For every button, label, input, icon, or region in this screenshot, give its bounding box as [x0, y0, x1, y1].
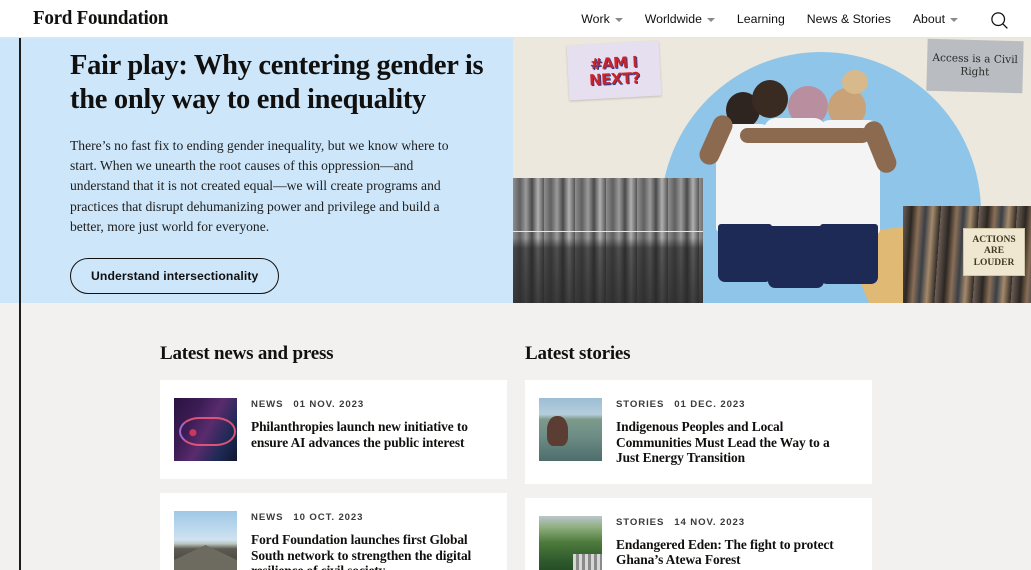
news-card-body: NEWS 10 OCT. 2023 Ford Foundation launch…	[251, 511, 491, 570]
category-label: NEWS	[251, 512, 284, 523]
chevron-down-icon	[950, 17, 958, 22]
collage-bw-crowd-photo	[513, 178, 703, 303]
news-thumbnail-image	[174, 398, 237, 461]
site-logo[interactable]: Ford Foundation	[33, 7, 168, 30]
story-card-body: STORIES 14 NOV. 2023 Endangered Eden: Th…	[616, 516, 856, 570]
player-head	[752, 80, 788, 118]
story-card-meta: STORIES 01 DEC. 2023	[616, 399, 856, 410]
nav-item-learning[interactable]: Learning	[726, 0, 796, 38]
nav-item-label: Worldwide	[644, 12, 702, 26]
date-label: 10 OCT. 2023	[293, 512, 364, 523]
latest-stories-heading: Latest stories	[525, 343, 631, 364]
nav-item-label: News & Stories	[806, 12, 891, 26]
story-card-title: Indigenous Peoples and Local Communities…	[616, 419, 830, 466]
sign-line-3: LOUDER	[973, 257, 1015, 268]
news-card[interactable]: NEWS 01 NOV. 2023 Philanthropies launch …	[160, 380, 507, 479]
date-label: 14 NOV. 2023	[674, 516, 745, 528]
search-button[interactable]	[987, 8, 1011, 32]
news-thumbnail-image	[174, 511, 237, 570]
sign-line-2: NEXT?	[588, 68, 641, 89]
player-shorts	[718, 224, 772, 282]
story-card-body: STORIES 01 DEC. 2023 Indigenous Peoples …	[616, 398, 856, 466]
nav-item-worldwide[interactable]: Worldwide	[634, 0, 726, 38]
page-root: Ford Foundation Work Worldwide Learning …	[0, 0, 1031, 570]
nav-item-label: Learning	[736, 12, 785, 26]
story-card-title: Endangered Eden: The fight to protect Gh…	[616, 536, 834, 568]
chevron-down-icon	[614, 17, 623, 22]
news-card-meta: NEWS 10 OCT. 2023	[251, 512, 491, 523]
player-arm	[740, 128, 870, 143]
story-thumbnail-image	[539, 515, 602, 570]
latest-stories-column: Latest stories STORIES 01 DEC. 2023 Indi…	[525, 343, 872, 570]
story-thumbnail-image	[539, 398, 602, 461]
story-card-meta: STORIES 14 NOV. 2023	[616, 517, 856, 528]
nav-item-label: Work	[581, 12, 610, 26]
player-bun	[842, 70, 868, 94]
category-label: NEWS	[251, 399, 284, 410]
nav-item-news-stories[interactable]: News & Stories	[796, 0, 902, 38]
vertical-rule-divider	[19, 38, 21, 570]
hero-collage-image: #AM I NEXT? Access is a Civil Right ACTI…	[513, 38, 1031, 303]
hero-headline: Fair play: Why centering gender is the o…	[70, 50, 484, 115]
news-card[interactable]: NEWS 10 OCT. 2023 Ford Foundation launch…	[160, 493, 507, 570]
date-label: 01 NOV. 2023	[293, 399, 365, 410]
sign-line-1: ACTIONS	[972, 234, 1016, 245]
main-navigation: Work Worldwide Learning News & Stories A…	[570, 0, 969, 38]
protest-sign-access-civil-right: Access is a Civil Right	[926, 38, 1024, 94]
hero-section: #AM I NEXT? Access is a Civil Right ACTI…	[0, 38, 1031, 303]
category-label: STORIES	[616, 516, 665, 528]
news-card-title: Philanthropies launch new initiative to …	[251, 419, 468, 450]
date-label: 01 DEC. 2023	[674, 399, 746, 410]
protest-sign-actions-are-louder: ACTIONS ARE LOUDER	[963, 228, 1025, 276]
news-card-title: Ford Foundation launches first Global So…	[251, 532, 472, 570]
chevron-down-icon	[706, 17, 715, 22]
hero-description: There’s no fast fix to ending gender ine…	[70, 138, 449, 234]
story-card[interactable]: STORIES 14 NOV. 2023 Endangered Eden: Th…	[525, 497, 872, 570]
news-card-body: NEWS 01 NOV. 2023 Philanthropies launch …	[251, 398, 491, 461]
nav-item-work[interactable]: Work	[570, 0, 633, 38]
hero-text-block: Fair play: Why centering gender is the o…	[70, 49, 490, 295]
understand-intersectionality-button[interactable]: Understand intersectionality	[70, 258, 280, 295]
player-shorts	[820, 224, 878, 284]
latest-news-column: Latest news and press NEWS 01 NOV. 2023 …	[160, 343, 507, 570]
search-icon	[990, 11, 1008, 29]
latest-news-heading: Latest news and press	[160, 343, 334, 364]
news-card-meta: NEWS 01 NOV. 2023	[251, 399, 491, 410]
nav-item-about[interactable]: About	[902, 0, 969, 38]
site-header: Ford Foundation Work Worldwide Learning …	[0, 0, 1031, 38]
story-card[interactable]: STORIES 01 DEC. 2023 Indigenous Peoples …	[525, 380, 872, 484]
latest-content-section: Latest news and press NEWS 01 NOV. 2023 …	[0, 303, 1031, 570]
sign-line-2: ARE	[983, 246, 1005, 257]
player-shorts	[768, 226, 824, 288]
nav-item-label: About	[912, 12, 945, 26]
protest-sign-am-i-next: #AM I NEXT?	[566, 40, 662, 101]
category-label: STORIES	[616, 399, 665, 410]
